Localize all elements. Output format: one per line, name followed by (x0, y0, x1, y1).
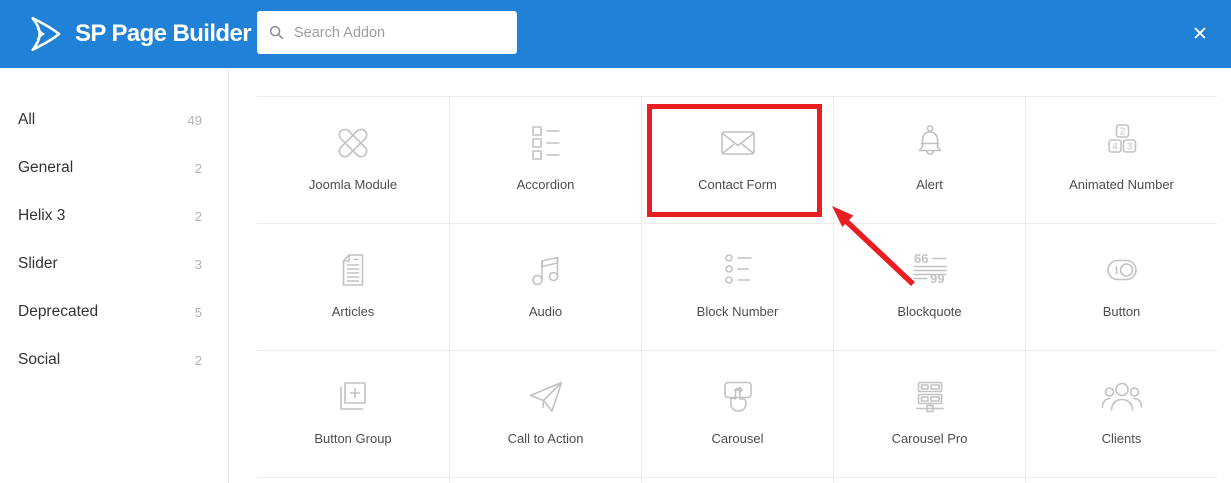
addon-card-clients[interactable]: Clients (1025, 350, 1217, 477)
category-label: Social (18, 351, 61, 368)
addon-card-contact-form[interactable]: Contact Form (641, 96, 833, 223)
addon-grid: Joomla Module Accordion Contact Form Ale… (257, 96, 1217, 483)
addon-label: Carousel Pro (891, 431, 968, 446)
sidebar-item-social[interactable]: Social 2 (18, 336, 202, 384)
app-title: SP Page Builder (75, 20, 252, 47)
category-label: Helix 3 (18, 207, 66, 224)
music-notes-icon (522, 246, 570, 294)
number-blocks-icon: 2 4 3 (1098, 119, 1146, 167)
svg-text:2: 2 (1119, 127, 1125, 138)
addon-card-button[interactable]: Button (1025, 223, 1217, 350)
grid-partial-cell (641, 477, 833, 483)
addon-card-carousel-pro[interactable]: Carousel Pro (833, 350, 1025, 477)
addon-label: Audio (528, 304, 563, 319)
search-box (257, 11, 517, 54)
addon-label: Carousel (711, 431, 764, 446)
addon-card-call-to-action[interactable]: Call to Action (449, 350, 641, 477)
addon-label: Call to Action (507, 431, 584, 446)
toggle-button-icon (1098, 246, 1146, 294)
swipe-hand-icon (714, 373, 762, 421)
sidebar-item-general[interactable]: General 2 (18, 144, 202, 192)
plus-square-icon (329, 373, 377, 421)
category-count: 2 (194, 352, 202, 368)
sidebar-item-slider[interactable]: Slider 3 (18, 240, 202, 288)
category-sidebar: All 49 General 2 Helix 3 2 Slider 3 Depr… (0, 68, 229, 483)
category-label: Slider (18, 255, 58, 272)
svg-text:99: 99 (930, 271, 944, 286)
addon-label: Accordion (516, 177, 575, 192)
svg-text:66: 66 (914, 251, 928, 266)
addon-label: Joomla Module (308, 177, 398, 192)
document-icon (329, 246, 377, 294)
addon-label: Blockquote (897, 304, 962, 319)
slider-panels-icon (906, 373, 954, 421)
addon-label: Contact Form (698, 177, 777, 192)
grid-partial-cell (257, 477, 449, 483)
category-count: 3 (194, 256, 202, 272)
search-input[interactable] (292, 23, 505, 42)
addon-label: Articles (331, 304, 375, 319)
svg-text:3: 3 (1126, 142, 1132, 153)
addon-label: Button Group (314, 431, 392, 446)
addon-card-articles[interactable]: Articles (257, 223, 449, 350)
grid-partial-cell (1025, 477, 1217, 483)
bell-icon (906, 119, 954, 167)
joomla-icon (329, 119, 377, 167)
svg-text:4: 4 (1112, 142, 1118, 153)
addon-label: Clients (1101, 431, 1142, 446)
envelope-icon (714, 119, 762, 167)
addon-card-joomla-module[interactable]: Joomla Module (257, 96, 449, 223)
sidebar-item-deprecated[interactable]: Deprecated 5 (18, 288, 202, 336)
grid-partial-cell (833, 477, 1025, 483)
addon-label: Animated Number (1069, 177, 1174, 192)
addon-card-animated-number[interactable]: 2 4 3 Animated Number (1025, 96, 1217, 223)
sidebar-item-helix-3[interactable]: Helix 3 2 (18, 192, 202, 240)
quotes-icon: 66 99 (906, 246, 954, 294)
category-count: 2 (194, 160, 202, 176)
grid-partial-cell (449, 477, 641, 483)
addon-card-alert[interactable]: Alert (833, 96, 1025, 223)
category-count: 5 (194, 304, 202, 320)
addon-card-button-group[interactable]: Button Group (257, 350, 449, 477)
addon-card-audio[interactable]: Audio (449, 223, 641, 350)
category-label: General (18, 159, 74, 176)
sidebar-item-all[interactable]: All 49 (18, 96, 202, 144)
addon-label: Button (1102, 304, 1141, 319)
header-bar: SP Page Builder ✕ (0, 0, 1231, 68)
search-icon (269, 25, 284, 40)
category-label: All (18, 111, 36, 128)
sp-page-builder-logo-icon (31, 16, 61, 52)
close-button[interactable]: ✕ (1179, 0, 1221, 68)
category-label: Deprecated (18, 303, 99, 320)
logo: SP Page Builder (24, 13, 252, 55)
paper-plane-icon (522, 373, 570, 421)
addon-card-blockquote[interactable]: 66 99 Blockquote (833, 223, 1025, 350)
addon-card-block-number[interactable]: Block Number (641, 223, 833, 350)
addon-card-accordion[interactable]: Accordion (449, 96, 641, 223)
category-count: 2 (194, 208, 202, 224)
sp-page-builder-addon-modal: SP Page Builder ✕ All 49 General 2 Helix… (0, 0, 1231, 483)
accordion-list-icon (522, 119, 570, 167)
category-count: 49 (187, 112, 202, 128)
addon-label: Block Number (696, 304, 779, 319)
addon-card-carousel[interactable]: Carousel (641, 350, 833, 477)
bullet-list-icon (714, 246, 762, 294)
addon-label: Alert (916, 177, 943, 192)
people-group-icon (1098, 373, 1146, 421)
